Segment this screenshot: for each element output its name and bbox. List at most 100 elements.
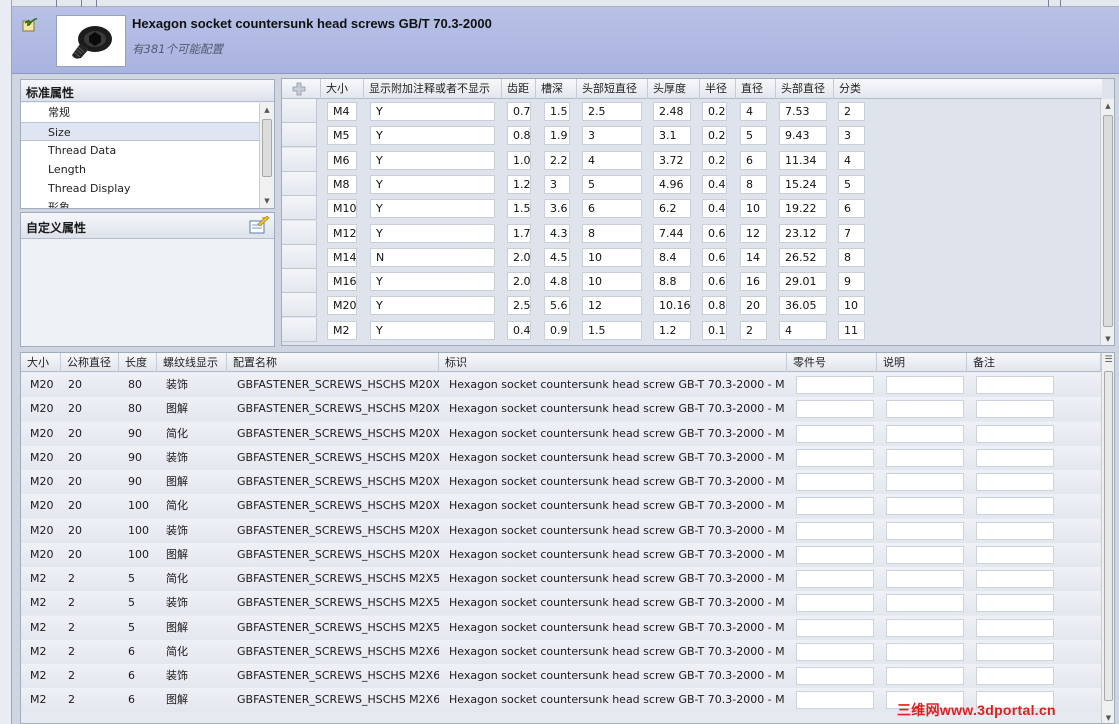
cell-head-thickness[interactable]: 2.48 [653,102,691,121]
remarks-field[interactable] [976,570,1054,588]
column-header-part-number[interactable]: 零件号 [787,353,877,372]
cell-show-note[interactable]: Y [370,126,495,146]
cell-slot-depth[interactable]: 2.2 [544,150,570,170]
cell-size[interactable]: M14 [327,247,357,267]
cell-radius[interactable]: 0.6 [702,223,727,243]
column-header-size[interactable]: 大小 [21,353,61,372]
configuration-row[interactable]: M20 20 100 装饰 GBFASTENER_SCREWS_HSCHS M20X10… [21,518,1101,543]
column-header-length[interactable]: 长度 [119,353,157,372]
cell-head-thickness[interactable]: 3.72 [653,150,691,170]
cell-pitch[interactable]: 2.0 [507,247,531,267]
cell-category[interactable]: 6 [838,199,865,219]
configuration-row[interactable]: M2 2 5 装饰 GBFASTENER_SCREWS_HSCHS M2X5-C Hexa… [21,591,1101,616]
cell-radius[interactable]: 0.8 [702,296,727,316]
part-number-field[interactable] [796,521,874,540]
cell-pitch[interactable]: 2.0 [507,272,531,292]
cell-show-note[interactable]: Y [370,223,495,243]
cell-head-diameter[interactable]: 26.52 [779,247,827,267]
properties-scrollbar[interactable]: ▲ ▼ [259,103,274,208]
cell-head-thickness[interactable]: 6.2 [653,199,691,219]
cell-head-thickness[interactable]: 7.44 [653,223,691,243]
row-header[interactable] [282,317,317,342]
cell-head-diameter[interactable]: 29.01 [779,272,827,292]
remarks-field[interactable] [976,497,1054,516]
description-field[interactable] [886,400,964,419]
cell-radius[interactable]: 0.4 [702,199,727,219]
description-field[interactable] [886,448,964,467]
column-header-thread-display[interactable]: 螺纹线显示 [157,353,227,372]
part-number-field[interactable] [796,642,874,661]
size-table-row[interactable]: M16 Y 2.0 4.8 10 8.8 0.6 16 29.01 9 [282,269,1102,294]
cell-radius[interactable]: 0.2 [702,102,727,121]
scroll-down-icon[interactable]: ▼ [1102,711,1114,723]
cell-pitch[interactable]: 1.5 [507,199,531,219]
cell-size[interactable]: M5 [327,126,357,146]
cell-size[interactable]: M8 [327,174,357,194]
cell-show-note[interactable]: Y [370,174,495,194]
column-header-slot-depth[interactable]: 槽深 [535,79,576,99]
cell-head-short-diameter[interactable]: 4 [582,150,642,170]
add-row-icon[interactable] [292,82,306,96]
cell-head-diameter[interactable]: 9.43 [779,126,827,146]
cell-slot-depth[interactable]: 0.9 [544,320,570,340]
cell-head-thickness[interactable]: 10.16 [653,296,691,316]
cell-category[interactable]: 4 [838,150,865,170]
configuration-row[interactable]: M20 20 100 图解 GBFASTENER_SCREWS_HSCHS M20X10… [21,542,1101,567]
cell-size[interactable]: M4 [327,102,357,121]
description-field[interactable] [886,667,964,685]
size-table-row[interactable]: M2 Y 0.4 0.9 1.5 1.2 0.1 2 4 11 [282,317,1102,342]
size-table-row[interactable]: M14 N 2.0 4.5 10 8.4 0.6 14 26.52 8 [282,244,1102,269]
cell-diameter[interactable]: 10 [740,199,767,219]
cell-category[interactable]: 3 [838,126,865,146]
cell-category[interactable]: 11 [838,320,865,340]
configuration-row[interactable]: M20 20 90 简化 GBFASTENER_SCREWS_HSCHS M20X90-… [21,421,1101,446]
part-number-field[interactable] [796,424,874,443]
remarks-field[interactable] [976,473,1054,491]
size-table-row[interactable]: M5 Y 0.8 1.9 3 3.1 0.2 5 9.43 3 [282,123,1102,148]
size-table-row[interactable]: M20 Y 2.5 5.6 12 10.16 0.8 20 36.05 10 [282,293,1102,318]
cell-category[interactable]: 9 [838,272,865,292]
part-number-field[interactable] [796,691,874,710]
edit-properties-icon[interactable] [248,215,270,235]
scroll-down-icon[interactable]: ▼ [1101,332,1114,345]
column-header-identifier[interactable]: 标识 [439,353,787,372]
cell-size[interactable]: M6 [327,150,357,170]
cell-size[interactable]: M12 [327,223,357,243]
configuration-row[interactable]: M2 2 5 图解 GBFASTENER_SCREWS_HSCHS M2X5-S Hexa… [21,615,1101,640]
cell-pitch[interactable]: 1.25 [507,174,531,194]
cell-pitch[interactable]: 2.5 [507,296,531,316]
cell-show-note[interactable]: Y [370,272,495,292]
row-header[interactable] [282,244,317,269]
column-header-size[interactable]: 大小 [320,79,363,99]
column-header-head-short-diameter[interactable]: 头部短直径 [576,79,640,99]
cell-pitch[interactable]: 1.0 [507,150,531,170]
size-table-row[interactable]: M8Y1.25354.960.4815.245 [282,171,1102,196]
remarks-field[interactable] [976,521,1054,540]
cell-head-thickness[interactable]: 3.1 [653,126,691,146]
cell-head-diameter[interactable]: 15.24 [779,174,827,194]
cell-radius[interactable]: 0.6 [702,272,727,292]
cell-category[interactable]: 7 [838,223,865,243]
cell-radius[interactable]: 0.1 [702,320,727,340]
cell-show-note[interactable]: Y [370,320,495,340]
cell-head-short-diameter[interactable]: 12 [582,296,642,316]
cell-show-note[interactable]: Y [370,296,495,316]
property-item-size[interactable]: Size [21,122,259,141]
configuration-row[interactable]: M20 20 80 装饰 GBFASTENER_SCREWS_HSCHS M20X80-… [21,373,1101,397]
remarks-field[interactable] [976,376,1054,394]
part-number-field[interactable] [796,667,874,685]
scroll-thumb[interactable] [262,119,272,177]
cell-head-short-diameter[interactable]: 3 [582,126,642,146]
remarks-field[interactable] [976,448,1054,467]
cell-slot-depth[interactable]: 5.6 [544,296,570,316]
scroll-thumb[interactable] [1103,115,1113,327]
cell-diameter[interactable]: 20 [740,296,767,316]
cell-diameter[interactable]: 2 [740,320,767,340]
column-header-diameter[interactable]: 直径 [735,79,775,99]
configuration-table-scrollbar[interactable]: ☰ ▼ [1101,353,1114,723]
part-number-field[interactable] [796,570,874,588]
cell-radius[interactable]: 0.4 [702,174,727,194]
property-item-appearance[interactable]: 形象 [21,198,259,208]
cell-slot-depth[interactable]: 3 [544,174,570,194]
configuration-row[interactable]: M2 2 5 简化 GBFASTENER_SCREWS_HSCHS M2X5-N Hexa… [21,567,1101,591]
